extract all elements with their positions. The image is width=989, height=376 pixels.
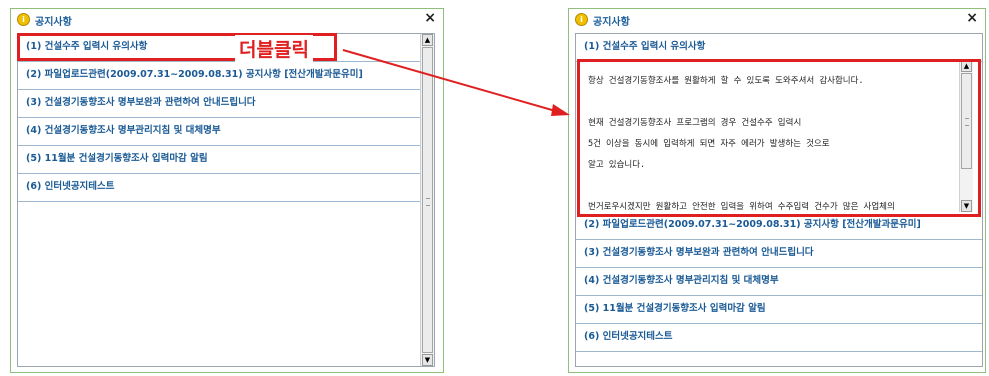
title-bar: i 공지사항 × [569,9,985,31]
double-click-label: 더블클릭 [235,35,313,62]
window-title: 공지사항 [593,17,630,28]
scroll-grip-icon [426,198,430,206]
notice-panel-after: i 공지사항 × (1) 건설수주 입력시 유의사항 항상 건설경기동향조사를 … [568,8,986,373]
notice-item-1[interactable]: (1) 건설수주 입력시 유의사항 [576,34,982,62]
notice-icon: i [17,13,30,26]
close-button[interactable]: × [424,10,436,26]
close-button[interactable]: × [966,10,978,26]
notice-item-5[interactable]: (5) 11월분 건설경기동향조사 입력마감 알림 [576,296,982,324]
notice-item-6[interactable]: (6) 인터넷공지테스트 [18,174,420,202]
scroll-thumb[interactable] [422,47,433,353]
notice-item-3[interactable]: (3) 건설경기동향조사 명부보완과 관련하여 안내드립니다 [576,240,982,268]
list-scrollbar[interactable]: ▲ ▼ [420,34,434,366]
notice-item-3[interactable]: (3) 건설경기동향조사 명부보완과 관련하여 안내드립니다 [18,90,420,118]
notice-list: (1) 건설수주 입력시 유의사항 (2) 파일업로드관련(2009.07.31… [17,33,435,367]
window-title: 공지사항 [35,17,72,28]
notice-item-6[interactable]: (6) 인터넷공지테스트 [576,324,982,352]
notice-item-4[interactable]: (4) 건설경기동향조사 명부관리지침 및 대체명부 [18,118,420,146]
scroll-down-button[interactable]: ▼ [422,354,433,366]
title-bar: i 공지사항 × [11,9,443,31]
detail-highlight-box [577,59,981,217]
notice-item-2[interactable]: (2) 파일업로드관련(2009.07.31~2009.08.31) 공지사항 … [18,62,420,90]
notice-item-5[interactable]: (5) 11월분 건설경기동향조사 입력마감 알림 [18,146,420,174]
scroll-up-button[interactable]: ▲ [422,34,433,46]
notice-item-4[interactable]: (4) 건설경기동향조사 명부관리지침 및 대체명부 [576,268,982,296]
notice-icon: i [575,13,588,26]
notice-panel-before: i 공지사항 × (1) 건설수주 입력시 유의사항 (2) 파일업로드관련(2… [10,8,444,373]
